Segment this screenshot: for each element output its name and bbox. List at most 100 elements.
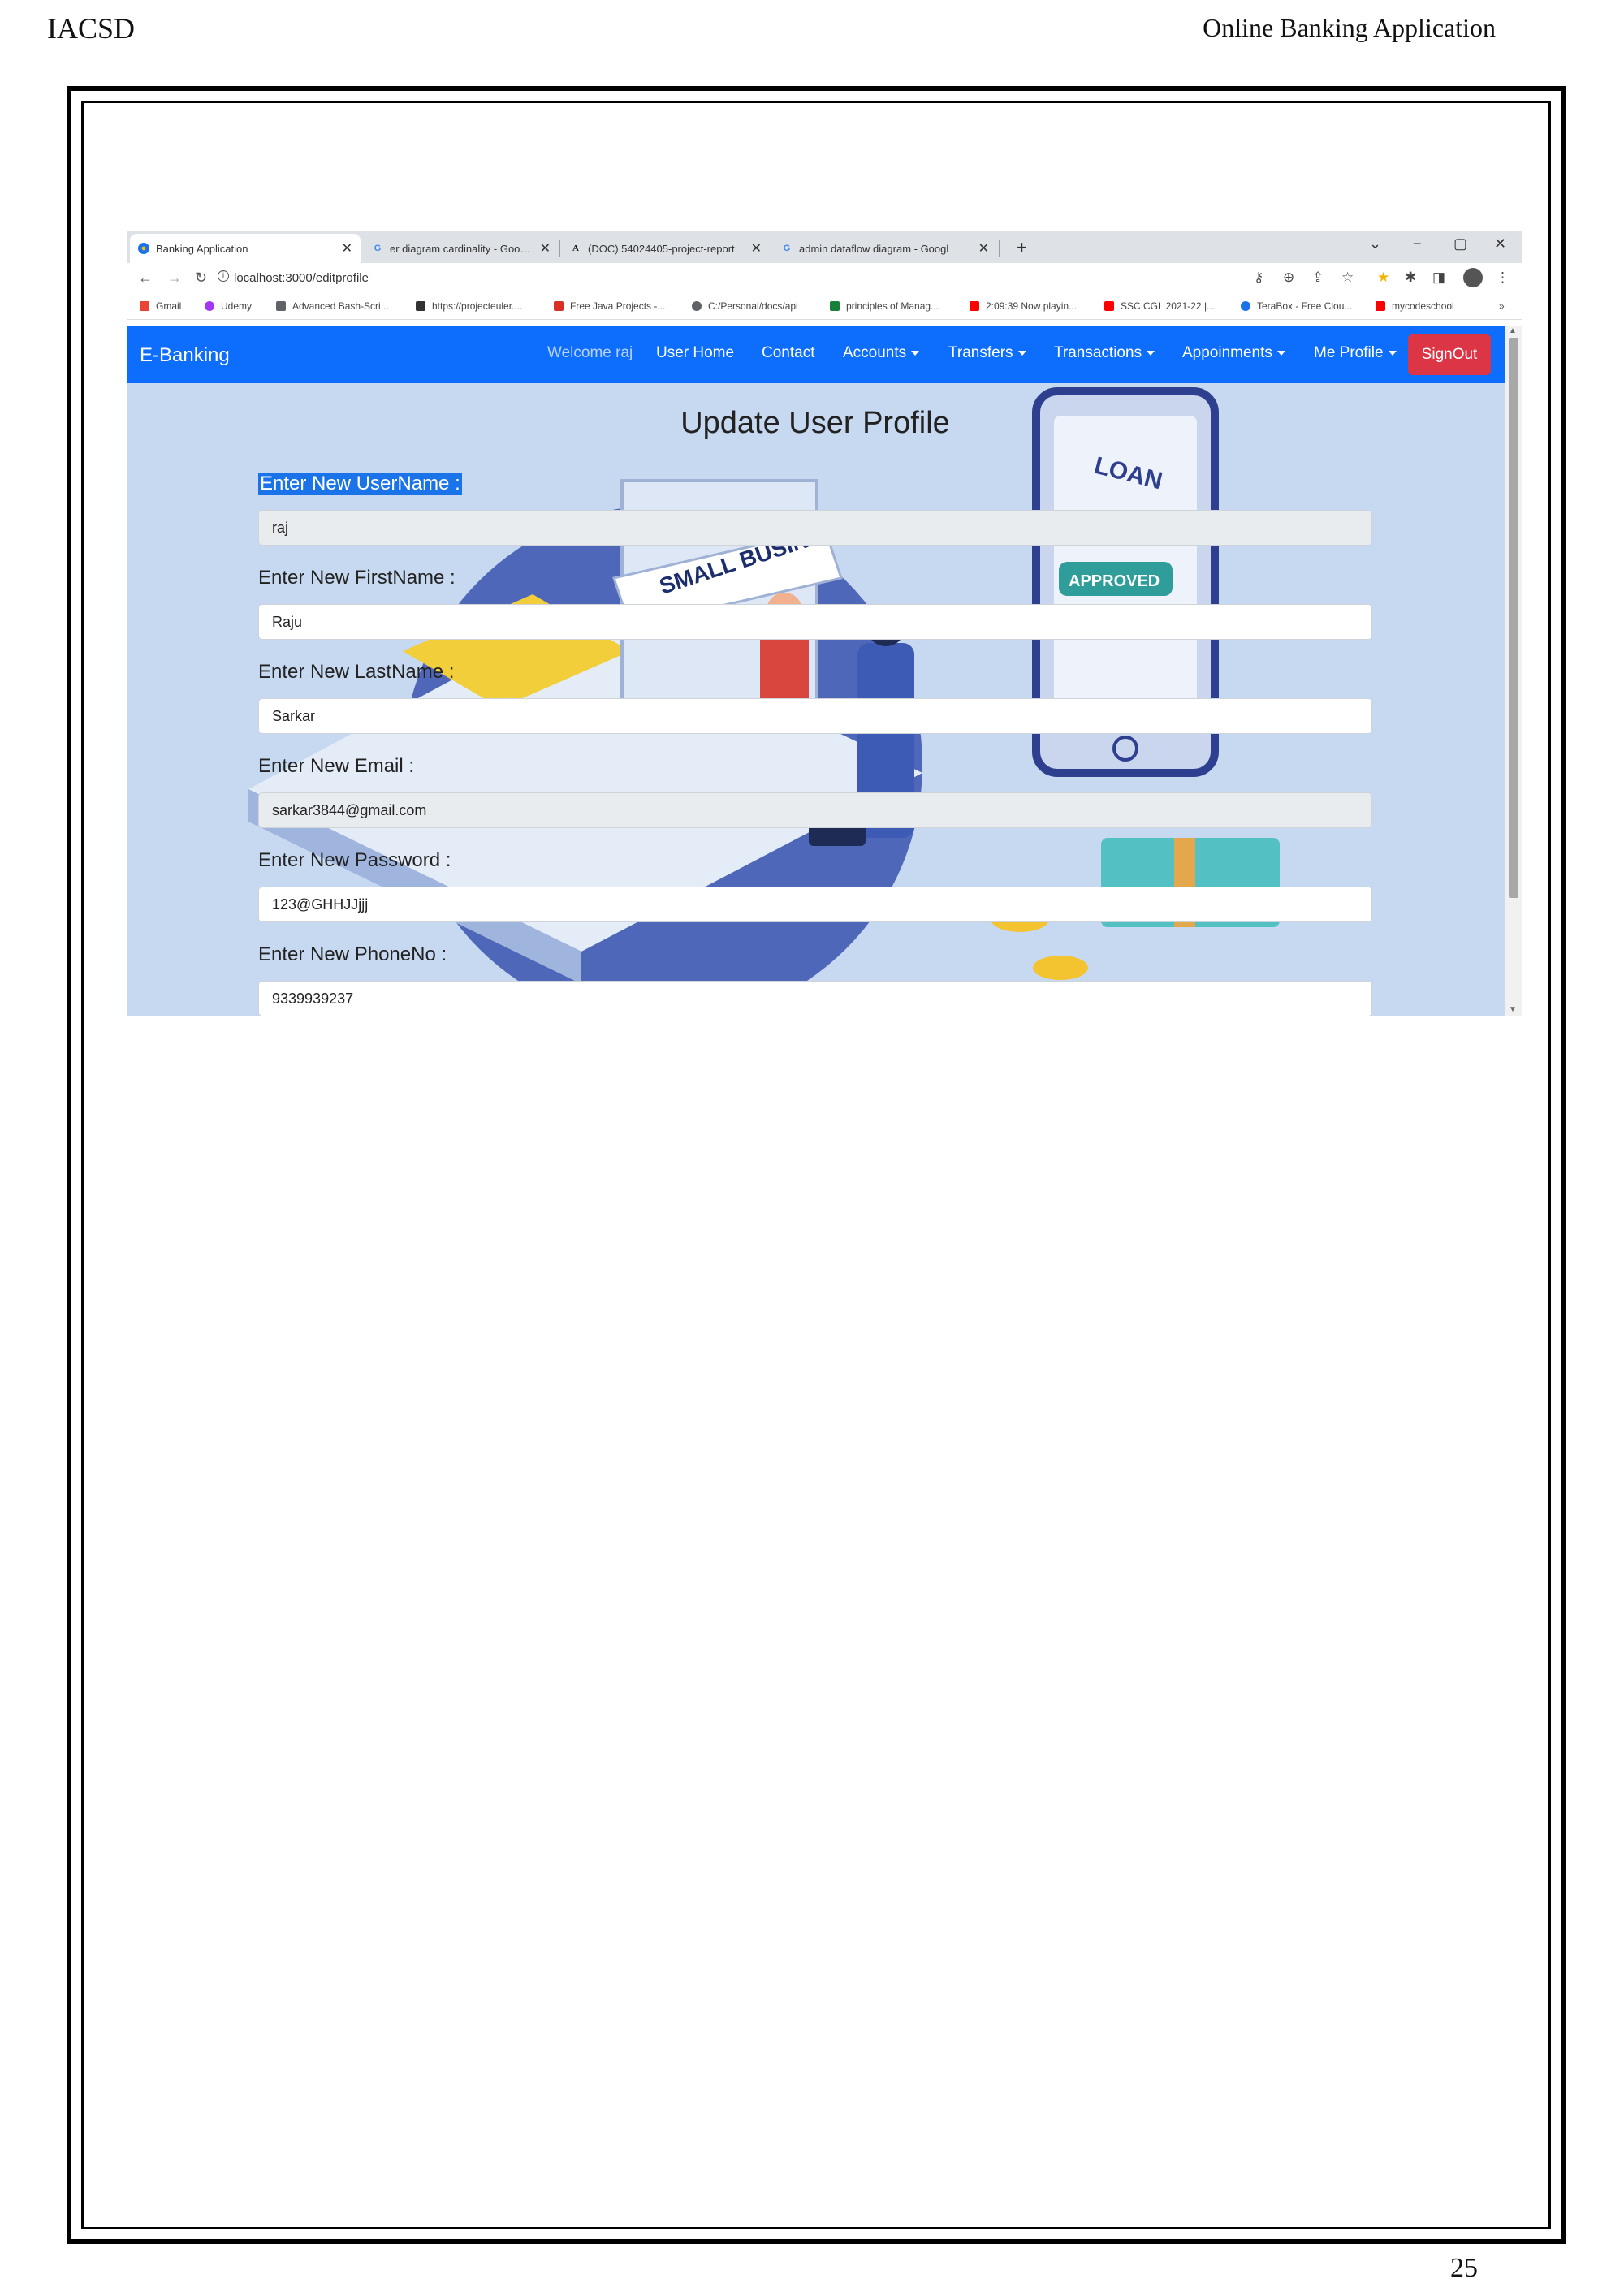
globe-icon [692,301,702,311]
menu-icon[interactable]: ⋮ [1496,270,1510,286]
page-header-right: Online Banking Application [1203,13,1496,42]
bookmark-projecteuler[interactable]: https://projecteuler.... [416,300,522,312]
password-field[interactable] [258,887,1372,922]
firstname-label: Enter New FirstName : [258,567,456,589]
signout-button[interactable]: SignOut [1408,334,1491,375]
bookmark-label: Gmail [156,300,182,312]
firstname-field[interactable] [258,604,1372,640]
page-scrollbar[interactable]: ▲ ▼ [1505,326,1522,1016]
bookmark-java-projects[interactable]: Free Java Projects -... [554,300,665,312]
nav-me-profile[interactable]: Me Profile [1314,344,1397,362]
url-field[interactable]: localhost:3000/editprofile [234,271,369,285]
youtube-icon [970,301,979,311]
tab-title: er diagram cardinality - Google S [390,242,532,255]
tab-title: Banking Application [156,242,248,255]
bookmark-label: 2:09:39 Now playin... [986,300,1078,312]
bookmark-api-docs[interactable]: C:/Personal/docs/api [692,300,798,312]
scroll-up-icon[interactable]: ▲ [1509,326,1517,335]
minimize-icon[interactable]: − [1413,235,1422,252]
bookmark-principles[interactable]: principles of Manag... [830,300,939,312]
puzzle-icon[interactable]: ✱ [1405,270,1416,286]
nav-contact[interactable]: Contact [762,344,814,362]
chevron-down-icon [911,350,920,356]
new-tab-button[interactable]: + [1017,237,1027,258]
screenshot: ● Banking Application ✕ G er diagram car… [127,231,1522,1016]
google-icon: G [783,244,791,253]
sheets-icon [830,301,840,311]
restore-icon[interactable]: ▢ [1453,235,1467,252]
browser-addressbar: ← → ↻ i localhost:3000/editprofile ⚷ ⊕ ⇪… [127,263,1522,294]
password-label: Enter New Password : [258,849,451,871]
browser-tabbar: ● Banking Application ✕ G er diagram car… [127,231,1522,263]
bookmark-label: principles of Manag... [846,300,939,312]
nav-transactions-label: Transactions [1054,344,1142,361]
tab-project-report[interactable]: A (DOC) 54024405-project-report ✕ [562,234,770,263]
phone-field[interactable] [258,981,1372,1016]
bookmarks-more: » [1499,300,1505,312]
close-icon[interactable]: ✕ [751,240,762,257]
bookmark-youtube-2[interactable]: SSC CGL 2021-22 |... [1104,300,1215,312]
navbar: E-Banking Welcome raj User Home Contact … [127,326,1505,383]
projecteuler-icon [416,301,425,311]
username-field[interactable] [258,510,1372,546]
bookmark-udemy[interactable]: Udemy [205,300,252,312]
bookmark-label: Advanced Bash-Scri... [292,300,389,312]
nav-accounts[interactable]: Accounts [843,344,920,362]
reload-icon[interactable]: ↻ [195,270,207,287]
tab-admin-dataflow[interactable]: G admin dataflow diagram - Googl ✕ [773,234,997,263]
sidepanel-icon[interactable]: ◨ [1432,270,1445,286]
page-number: 25 [1450,2253,1478,2283]
google-icon: G [374,244,382,253]
share-icon[interactable]: ⇪ [1312,270,1324,286]
extension-star-icon[interactable]: ★ [1377,270,1389,286]
bookmarks-overflow-button[interactable]: » [1499,300,1505,312]
close-icon[interactable]: ✕ [342,240,352,257]
tab-search-icon[interactable]: ⌄ [1369,235,1381,252]
close-icon[interactable]: ✕ [978,240,989,257]
bookmark-label: C:/Personal/docs/api [708,300,798,312]
bookmark-mycodeschool[interactable]: mycodeschool [1376,300,1454,312]
nav-appoinments-label: Appoinments [1182,344,1272,361]
back-icon[interactable]: ← [138,270,153,287]
forward-icon[interactable]: → [167,270,182,287]
zoom-icon[interactable]: ⊕ [1283,270,1294,286]
key-icon[interactable]: ⚷ [1254,270,1263,286]
page-icon [276,301,286,311]
bookmark-label: https://projecteuler.... [432,300,523,312]
email-field[interactable] [258,792,1372,828]
java-projects-icon [554,301,564,311]
close-icon[interactable]: ✕ [540,240,551,257]
scroll-down-icon[interactable]: ▼ [1509,1005,1517,1014]
youtube-icon [1376,301,1385,311]
welcome-text: Welcome raj [547,344,633,361]
nav-accounts-label: Accounts [843,344,907,361]
page-header-left: IACSD [47,12,136,45]
brand[interactable]: E-Banking [140,344,230,367]
star-icon[interactable]: ☆ [1341,270,1354,286]
gmail-icon [140,301,149,311]
nav-user-home[interactable]: User Home [656,344,734,362]
bookmark-youtube-1[interactable]: 2:09:39 Now playin... [970,300,1077,312]
close-window-icon[interactable]: ✕ [1494,235,1506,252]
tab-banking-application[interactable]: ● Banking Application ✕ [130,234,361,263]
bookmark-terabox[interactable]: TeraBox - Free Clou... [1241,300,1352,312]
bookmark-label: TeraBox - Free Clou... [1257,300,1353,312]
nav-appoinments[interactable]: Appoinments [1182,344,1285,362]
illustration-stamp-text: APPROVED [1069,572,1160,590]
nav-transactions[interactable]: Transactions [1054,344,1155,362]
lastname-field[interactable] [258,698,1372,734]
chevron-down-icon [1017,350,1026,356]
banking-favicon-icon: ● [138,243,149,254]
email-label: Enter New Email : [258,755,415,777]
tab-title: admin dataflow diagram - Googl [799,242,949,255]
bookmark-gmail[interactable]: Gmail [140,300,181,312]
scroll-thumb[interactable] [1509,338,1518,898]
tab-er-diagram[interactable]: G er diagram cardinality - Google S ✕ [364,234,559,263]
chevron-down-icon [1147,350,1155,356]
nav-transfers[interactable]: Transfers [948,344,1026,362]
avatar[interactable] [1463,268,1483,287]
bookmark-bash[interactable]: Advanced Bash-Scri... [276,300,389,312]
illustration-coins-2 [1033,956,1088,980]
site-info-icon[interactable]: i [218,270,229,282]
chevron-down-icon [1388,350,1397,356]
